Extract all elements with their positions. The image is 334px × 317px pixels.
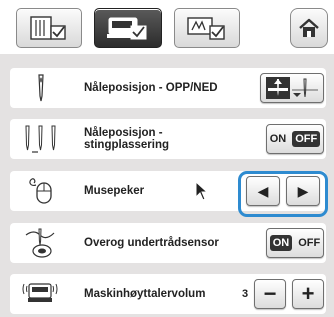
thread-sensor-toggle[interactable]: ON OFF: [266, 228, 324, 258]
row-needle-position: Nåleposisjon - OPP/NED: [10, 68, 326, 108]
tab-machine-settings[interactable]: [94, 8, 162, 48]
page-settings-icon: [30, 16, 66, 40]
minus-icon: −: [263, 281, 277, 306]
needle-icon: [38, 74, 44, 102]
needle-up-down-icon: [266, 77, 318, 99]
row-thread-sensor: Overog undertrådsensor ON OFF: [10, 223, 326, 263]
tab-page-settings[interactable]: [16, 8, 82, 48]
volume-decrease-button[interactable]: −: [254, 279, 286, 309]
selection-highlight: [238, 171, 328, 217]
home-button[interactable]: [290, 8, 328, 48]
toggle-off-option[interactable]: OFF: [292, 131, 321, 147]
row-stitch-placement: Nåleposisjon - stingplassering ON OFF: [10, 119, 326, 159]
toggle-off-option[interactable]: OFF: [298, 237, 320, 249]
thread-sensor-label: Overog undertrådsensor: [84, 237, 219, 249]
stitch-placement-icon: [25, 125, 56, 153]
plus-icon: +: [301, 281, 315, 306]
stitch-placement-toggle[interactable]: ON OFF: [266, 124, 324, 154]
mouse-pointer-label: Musepeker: [84, 185, 145, 197]
machine-settings-icon: [107, 17, 147, 40]
row-speaker-volume: Maskinhøyttalervolum 3 − +: [10, 274, 326, 314]
needle-up-down-button[interactable]: [260, 73, 324, 103]
tab-bar: [0, 0, 334, 54]
stitch-placement-label: Nåleposisjon - stingplassering: [84, 127, 169, 151]
speaker-icon: [22, 283, 58, 302]
cursor-icon: [195, 181, 209, 201]
mouse-icon: [29, 178, 52, 204]
home-icon: [299, 18, 319, 37]
embroidery-settings-icon: [187, 17, 225, 40]
toggle-on-option[interactable]: ON: [270, 133, 287, 145]
volume-increase-button[interactable]: +: [292, 279, 324, 309]
thread-sensor-icon: [25, 228, 55, 258]
needle-position-label: Nåleposisjon - OPP/NED: [84, 82, 218, 94]
volume-value: 3: [242, 288, 249, 300]
speaker-volume-label: Maskinhøyttalervolum: [84, 288, 206, 300]
tab-embroidery-settings[interactable]: [174, 8, 240, 48]
toggle-on-option[interactable]: ON: [269, 235, 293, 251]
